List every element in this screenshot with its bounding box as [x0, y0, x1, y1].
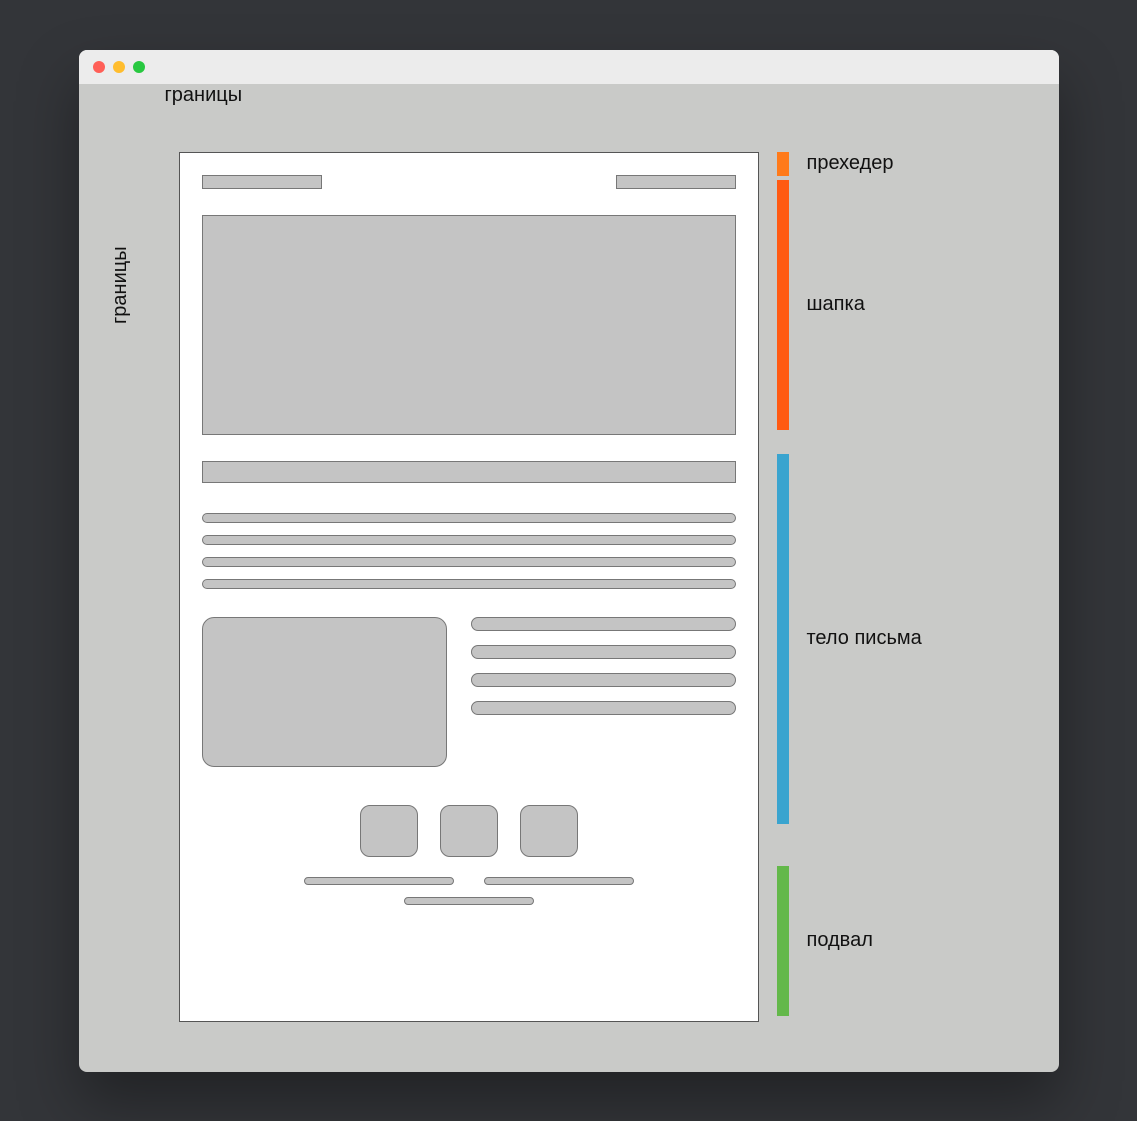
boundary-label-side: границы	[109, 246, 132, 324]
legend-bar-preheader	[777, 152, 789, 176]
preheader-section	[202, 175, 736, 189]
minimize-icon[interactable]	[113, 61, 125, 73]
text-line-placeholder	[202, 579, 736, 589]
preheader-right-placeholder	[616, 175, 736, 189]
legend-item-preheader: прехедер	[777, 152, 922, 176]
legend-label-footer: подвал	[807, 929, 873, 952]
legend-item-body: тело письма	[777, 454, 922, 824]
legend-bar-header	[777, 180, 789, 430]
body-subheading-placeholder	[202, 461, 736, 483]
footer-link-placeholder	[304, 877, 454, 885]
preheader-left-placeholder	[202, 175, 322, 189]
footer-icon-placeholder	[360, 805, 418, 857]
legend: прехедер шапка тело письма подвал	[777, 152, 922, 1016]
legend-label-body: тело письма	[807, 627, 922, 650]
email-wireframe	[179, 152, 759, 1022]
text-line-placeholder	[471, 673, 736, 687]
text-line-placeholder	[202, 513, 736, 523]
footer-icon-placeholder	[440, 805, 498, 857]
legend-label-header: шапка	[807, 293, 865, 316]
diagram-canvas: границы границы	[79, 84, 1059, 1072]
boundary-label-top: границы	[165, 84, 243, 107]
footer-bottom-row	[202, 897, 736, 905]
close-icon[interactable]	[93, 61, 105, 73]
window-titlebar	[79, 50, 1059, 84]
footer-link-placeholder	[404, 897, 534, 905]
legend-item-footer: подвал	[777, 866, 922, 1016]
legend-item-header: шапка	[777, 180, 922, 430]
body-paragraph	[202, 513, 736, 589]
text-line-placeholder	[471, 645, 736, 659]
legend-label-preheader: прехедер	[807, 152, 894, 175]
footer-link-placeholder	[484, 877, 634, 885]
legend-bar-body	[777, 454, 789, 824]
footer-links-row	[202, 877, 736, 885]
body-two-column	[202, 617, 736, 767]
text-line-placeholder	[202, 535, 736, 545]
legend-bar-footer	[777, 866, 789, 1016]
footer-icons-row	[202, 805, 736, 857]
body-image-placeholder	[202, 617, 447, 767]
text-line-placeholder	[471, 701, 736, 715]
text-line-placeholder	[202, 557, 736, 567]
text-line-placeholder	[471, 617, 736, 631]
browser-window: границы границы	[79, 50, 1059, 1072]
footer-icon-placeholder	[520, 805, 578, 857]
header-hero-placeholder	[202, 215, 736, 435]
maximize-icon[interactable]	[133, 61, 145, 73]
